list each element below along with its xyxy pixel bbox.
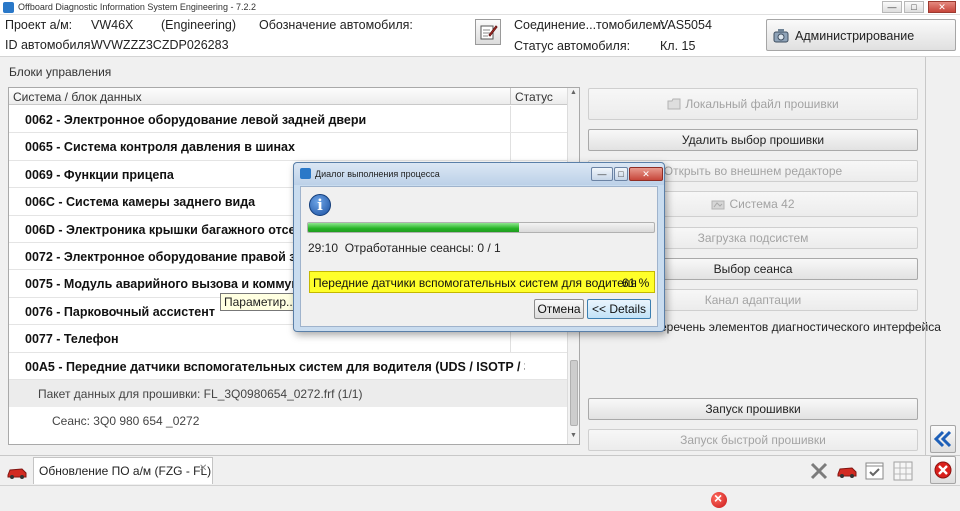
- row-label: 0062 - Электронное оборудование левой за…: [25, 113, 367, 127]
- exit-button[interactable]: [930, 456, 956, 484]
- tab-software-update[interactable]: Обновление ПО а/м (FZG - FL) ✕: [33, 457, 213, 484]
- grid-icon[interactable]: [892, 460, 914, 482]
- vin-label: ID автомобиля:: [5, 38, 95, 52]
- car-icon[interactable]: [6, 461, 28, 483]
- table-header: Система / блок данных Статус: [9, 88, 568, 105]
- session-row[interactable]: Сеанс: 3Q0 980 654 _0272: [9, 406, 568, 434]
- designation-label: Обозначение автомобиля:: [259, 18, 413, 32]
- project-mode: (Engineering): [161, 18, 237, 32]
- system42-label: Система 42: [729, 197, 795, 211]
- remove-flash-selection-button[interactable]: Удалить выбор прошивки: [588, 129, 918, 151]
- dialog-body: i 29:10 Отработанные сеансы: 0 / 1 Перед…: [300, 186, 658, 327]
- diagnostic-tools-icon[interactable]: [808, 460, 830, 482]
- maximize-button[interactable]: □: [904, 1, 924, 13]
- row-label: 0077 - Телефон: [25, 332, 119, 347]
- local-flash-file-label: Локальный файл прошивки: [685, 97, 839, 111]
- status-bar: [0, 485, 960, 511]
- current-task-row: Передние датчики вспомогательных систем …: [309, 271, 655, 293]
- project-value: VW46X: [91, 18, 134, 32]
- system42-icon: [711, 200, 725, 210]
- info-icon: i: [309, 194, 331, 216]
- row-status: [510, 133, 511, 160]
- column-system[interactable]: Система / блок данных: [13, 90, 142, 104]
- cancel-button[interactable]: Отмена: [534, 299, 584, 319]
- dialog-title-bar[interactable]: Диалог выполнения процесса — □ ✕: [294, 163, 664, 185]
- dialog-minimize-button[interactable]: —: [591, 167, 613, 181]
- error-icon[interactable]: [711, 490, 727, 508]
- control-units-title: Блоки управления: [9, 65, 112, 79]
- progress-fill: [308, 223, 520, 232]
- dialog-title: Диалог выполнения процесса: [315, 169, 440, 179]
- flash-package-row[interactable]: Пакет данных для прошивки: FL_3Q0980654_…: [9, 379, 568, 407]
- elapsed-time: 29:10: [308, 241, 339, 255]
- folder-icon: [667, 98, 681, 110]
- column-separator: [510, 88, 511, 105]
- tooltip: Параметир..: [220, 293, 297, 311]
- edit-vehicle-button[interactable]: [475, 19, 501, 45]
- status-label: Статус автомобиля:: [514, 39, 631, 53]
- dialog-maximize-button[interactable]: □: [614, 167, 628, 181]
- dialog-close-button[interactable]: ✕: [629, 167, 663, 181]
- column-status[interactable]: Статус: [515, 90, 553, 104]
- administration-label: Администрирование: [795, 29, 915, 43]
- double-chevron-left-icon: [933, 430, 952, 448]
- edit-icon: [480, 25, 498, 40]
- session-label: Сеанс: 3Q0 980 654 _0272: [52, 413, 200, 428]
- table-row[interactable]: 0062 - Электронное оборудование левой за…: [9, 106, 568, 134]
- close-button[interactable]: ✕: [928, 1, 956, 13]
- right-divider: [925, 57, 926, 455]
- car-icon[interactable]: [836, 460, 858, 482]
- diag-interface-list-label[interactable]: еречень элементов диагностического интер…: [660, 320, 941, 334]
- connection-label: Соединение...томобилем:: [514, 18, 665, 32]
- dialog-app-icon: [300, 168, 311, 179]
- table-row[interactable]: 00A5 - Передние датчики вспомогательных …: [9, 353, 568, 380]
- title-bar: Offboard Diagnostic Information System E…: [0, 0, 960, 15]
- current-task-percent: 61 %: [622, 276, 650, 290]
- local-flash-file-button[interactable]: Локальный файл прошивки: [588, 88, 918, 120]
- vin-value: WVWZZZ3CZDP026283: [91, 38, 229, 52]
- bottom-toolbar: Обновление ПО а/м (FZG - FL) ✕: [0, 455, 960, 485]
- row-label: 0065 - Система контроля давления в шинах: [25, 140, 295, 155]
- connection-value: VAS5054: [660, 18, 712, 32]
- app-icon: [3, 2, 14, 13]
- sessions-processed: Отработанные сеансы: 0 / 1: [344, 241, 501, 255]
- administration-button[interactable]: Администрирование: [766, 19, 956, 51]
- close-circle-icon: [934, 461, 952, 479]
- table-row[interactable]: 0065 - Система контроля давления в шинах: [9, 133, 568, 161]
- scroll-thumb[interactable]: [570, 360, 578, 426]
- row-label: 00A5 - Передние датчики вспомогательных …: [25, 359, 525, 374]
- minimize-button[interactable]: —: [882, 1, 902, 13]
- process-dialog: Диалог выполнения процесса — □ ✕ i 29:10…: [293, 162, 665, 332]
- start-quick-flash-button[interactable]: Запуск быстрой прошивки: [588, 429, 918, 451]
- row-status: [510, 106, 511, 133]
- tab-label: Обновление ПО а/м (FZG - FL): [39, 464, 212, 478]
- details-button[interactable]: << Details: [587, 299, 651, 319]
- current-task-label: Передние датчики вспомогательных систем …: [313, 276, 637, 290]
- checklist-icon[interactable]: [864, 460, 886, 482]
- scroll-down-icon[interactable]: ▼: [570, 432, 577, 439]
- status-value: Кл. 15: [660, 39, 696, 53]
- progress-bar: [307, 222, 655, 233]
- session-progress: 29:10 Отработанные сеансы: 0 / 1: [308, 241, 501, 255]
- collapse-panel-button[interactable]: [930, 425, 956, 453]
- tab-close-icon[interactable]: ✕: [199, 463, 207, 474]
- window-title: Offboard Diagnostic Information System E…: [18, 2, 256, 12]
- administration-icon: [773, 29, 789, 43]
- start-flash-button[interactable]: Запуск прошивки: [588, 398, 918, 420]
- scroll-up-icon[interactable]: ▲: [570, 89, 577, 96]
- vehicle-header: Проект а/м: VW46X (Engineering) Обозначе…: [0, 15, 960, 57]
- project-label: Проект а/м:: [5, 18, 73, 32]
- flash-package-label: Пакет данных для прошивки: FL_3Q0980654_…: [38, 386, 363, 401]
